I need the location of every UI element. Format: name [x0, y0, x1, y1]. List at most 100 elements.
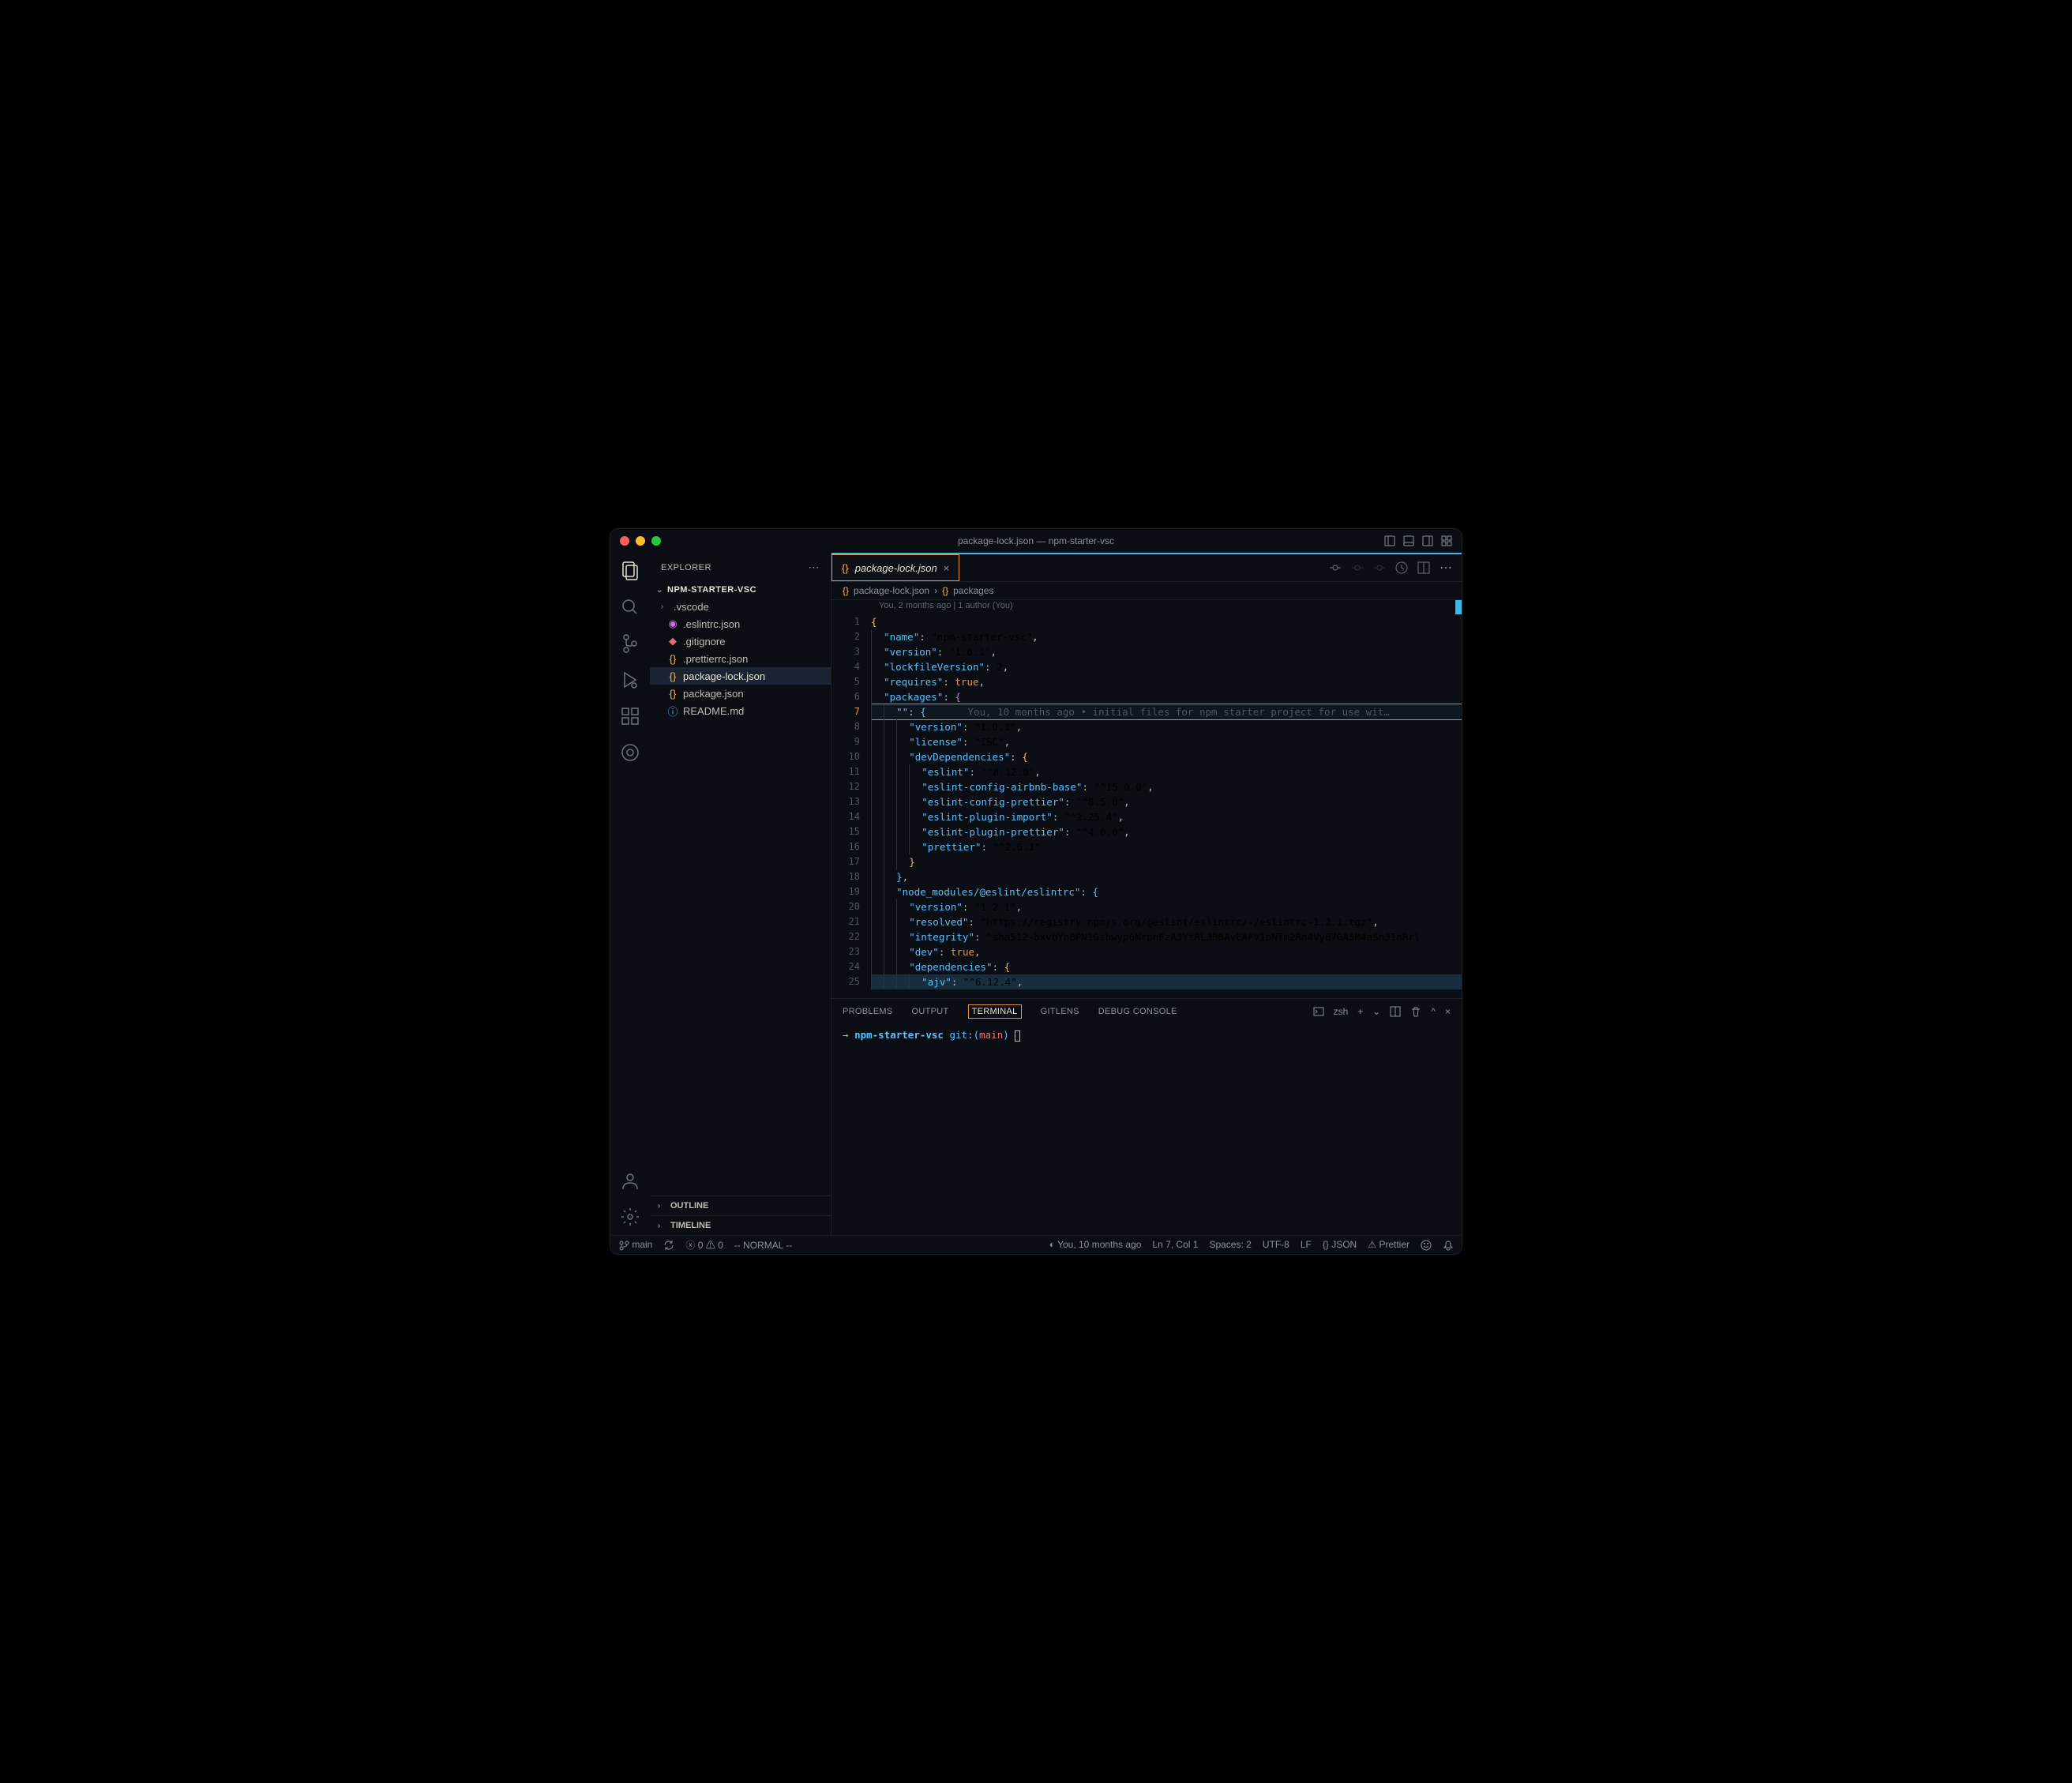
tree-file[interactable]: ◉ .eslintrc.json: [650, 615, 831, 632]
status-problems[interactable]: ⓧ 0 ⚠ 0: [685, 1238, 723, 1252]
panel-right-icon[interactable]: [1422, 535, 1433, 546]
layout-grid-icon[interactable]: [1441, 535, 1452, 546]
terminal-content[interactable]: → npm-starter-vsc git:(main): [831, 1024, 1462, 1235]
json-icon: {}: [667, 670, 678, 682]
editor-content[interactable]: You, 2 months ago | 1 author (You) 12345…: [831, 600, 1462, 998]
sidebar-header: EXPLORER ⋯: [650, 553, 831, 582]
tree-item-label: .vscode: [674, 601, 709, 613]
line-gutter: 1234567891011121314151617181920212223242…: [831, 600, 871, 998]
tree-item-label: .gitignore: [683, 636, 725, 648]
panel-left-icon[interactable]: [1384, 535, 1395, 546]
prompt-cwd: npm-starter-vsc: [854, 1029, 944, 1041]
status-bell-icon[interactable]: [1443, 1239, 1454, 1251]
maximize-window-button[interactable]: [651, 536, 661, 546]
status-eol[interactable]: LF: [1301, 1239, 1312, 1250]
file-tree: › .vscode ◉ .eslintrc.json ◆ .gitignore …: [650, 598, 831, 1196]
tree-file[interactable]: ⓘ README.md: [650, 702, 831, 719]
activity-bar: [610, 553, 650, 1235]
sidebar-title: EXPLORER: [661, 563, 711, 572]
timeline-section[interactable]: › TIMELINE: [650, 1215, 831, 1235]
json-icon: {}: [942, 585, 948, 596]
split-terminal-icon[interactable]: [1390, 1006, 1401, 1017]
panel-bottom-icon[interactable]: [1403, 535, 1414, 546]
tree-file[interactable]: {} package.json: [650, 685, 831, 702]
trash-icon[interactable]: [1410, 1006, 1421, 1017]
breadcrumb-separator: ›: [934, 585, 937, 596]
new-terminal-icon[interactable]: +: [1357, 1006, 1363, 1017]
chevron-right-icon: ›: [661, 602, 669, 611]
status-lang[interactable]: {} JSON: [1323, 1239, 1357, 1250]
close-panel-icon[interactable]: ×: [1445, 1006, 1451, 1017]
timeline-label: TIMELINE: [670, 1221, 711, 1230]
close-tab-icon[interactable]: ×: [944, 562, 950, 574]
status-prettier[interactable]: ⚠ Prettier: [1368, 1239, 1409, 1250]
workspace-folder-header[interactable]: ⌄ NPM-STARTER-VSC: [650, 582, 831, 598]
eslint-icon: ◉: [667, 617, 678, 630]
more-icon[interactable]: ⋯: [1440, 560, 1452, 576]
breadcrumb-file: package-lock.json: [854, 585, 929, 596]
terminal-cursor: [1015, 1030, 1020, 1042]
statusbar: main ⓧ 0 ⚠ 0 -- NORMAL -- ◐ You, 10 mont…: [610, 1235, 1462, 1254]
outline-section[interactable]: › OUTLINE: [650, 1196, 831, 1215]
panel-tab-problems[interactable]: PROBLEMS: [843, 1007, 893, 1016]
status-branch[interactable]: main: [618, 1239, 652, 1251]
titlebar: package-lock.json — npm-starter-vsc: [610, 529, 1462, 553]
status-sync-icon[interactable]: [663, 1239, 674, 1251]
status-vim-mode: -- NORMAL --: [734, 1240, 793, 1251]
file-history-icon[interactable]: [1395, 561, 1408, 574]
tree-item-label: .prettierrc.json: [683, 653, 748, 665]
chevron-right-icon: ›: [658, 1202, 666, 1211]
editor-tabs-bar: {} package-lock.json × ⋯: [831, 554, 1462, 582]
prompt-branch: main: [979, 1029, 1003, 1041]
git-commit-icon-3[interactable]: [1373, 561, 1386, 574]
prompt-arrow: →: [843, 1029, 849, 1041]
split-editor-icon[interactable]: [1417, 561, 1430, 574]
tree-item-label: package-lock.json: [683, 670, 765, 682]
code-area[interactable]: { "name": "npm-starter-vsc", "version": …: [871, 600, 1462, 998]
extensions-icon[interactable]: [620, 706, 640, 726]
run-debug-icon[interactable]: [620, 670, 640, 690]
account-icon[interactable]: [620, 1170, 640, 1191]
status-blame[interactable]: ◐ You, 10 months ago: [1049, 1239, 1142, 1250]
git-commit-icon[interactable]: [1329, 561, 1342, 574]
tree-file[interactable]: ◆ .gitignore: [650, 632, 831, 650]
terminal-dropdown-icon[interactable]: ⌄: [1372, 1006, 1380, 1017]
panel-tab-gitlens[interactable]: GITLENS: [1041, 1007, 1079, 1016]
titlebar-layout-controls: [1384, 535, 1452, 546]
explorer-icon[interactable]: [620, 561, 640, 581]
outline-label: OUTLINE: [670, 1201, 708, 1211]
status-indent[interactable]: Spaces: 2: [1209, 1239, 1251, 1250]
minimize-window-button[interactable]: [636, 536, 645, 546]
json-icon: {}: [843, 585, 849, 596]
editor-tab-active[interactable]: {} package-lock.json ×: [831, 554, 959, 581]
tree-file-active[interactable]: {} package-lock.json: [650, 667, 831, 685]
tree-file[interactable]: {} .prettierrc.json: [650, 650, 831, 667]
breadcrumb-symbol: packages: [953, 585, 993, 596]
settings-gear-icon[interactable]: [620, 1207, 640, 1227]
maximize-panel-icon[interactable]: ^: [1431, 1006, 1436, 1017]
sidebar-more-icon[interactable]: ⋯: [809, 561, 820, 574]
git-icon: ◆: [667, 635, 678, 648]
panel-tab-output[interactable]: OUTPUT: [912, 1007, 949, 1016]
panel-tab-terminal[interactable]: TERMINAL: [968, 1004, 1022, 1019]
tree-item-label: .eslintrc.json: [683, 618, 740, 630]
shell-name[interactable]: zsh: [1334, 1006, 1349, 1017]
git-commit-icon-2[interactable]: [1351, 561, 1364, 574]
status-encoding[interactable]: UTF-8: [1263, 1239, 1289, 1250]
status-cursor-pos[interactable]: Ln 7, Col 1: [1152, 1239, 1198, 1250]
vscode-window: package-lock.json — npm-starter-vsc EXPL…: [610, 528, 1462, 1255]
gitlens-icon[interactable]: [620, 742, 640, 763]
breadcrumb[interactable]: {} package-lock.json › {} packages: [831, 582, 1462, 600]
source-control-icon[interactable]: [620, 633, 640, 654]
close-window-button[interactable]: [620, 536, 629, 546]
tree-folder[interactable]: › .vscode: [650, 598, 831, 615]
info-icon: ⓘ: [667, 704, 678, 719]
chevron-right-icon: ›: [658, 1222, 666, 1230]
status-feedback-icon[interactable]: [1421, 1239, 1432, 1251]
main-body: EXPLORER ⋯ ⌄ NPM-STARTER-VSC › .vscode ◉…: [610, 553, 1462, 1235]
traffic-lights: [620, 536, 661, 546]
chevron-down-icon: ⌄: [656, 586, 664, 595]
panel-tab-debug[interactable]: DEBUG CONSOLE: [1098, 1007, 1177, 1016]
search-icon[interactable]: [620, 597, 640, 617]
terminal-profile-icon[interactable]: [1313, 1006, 1324, 1017]
